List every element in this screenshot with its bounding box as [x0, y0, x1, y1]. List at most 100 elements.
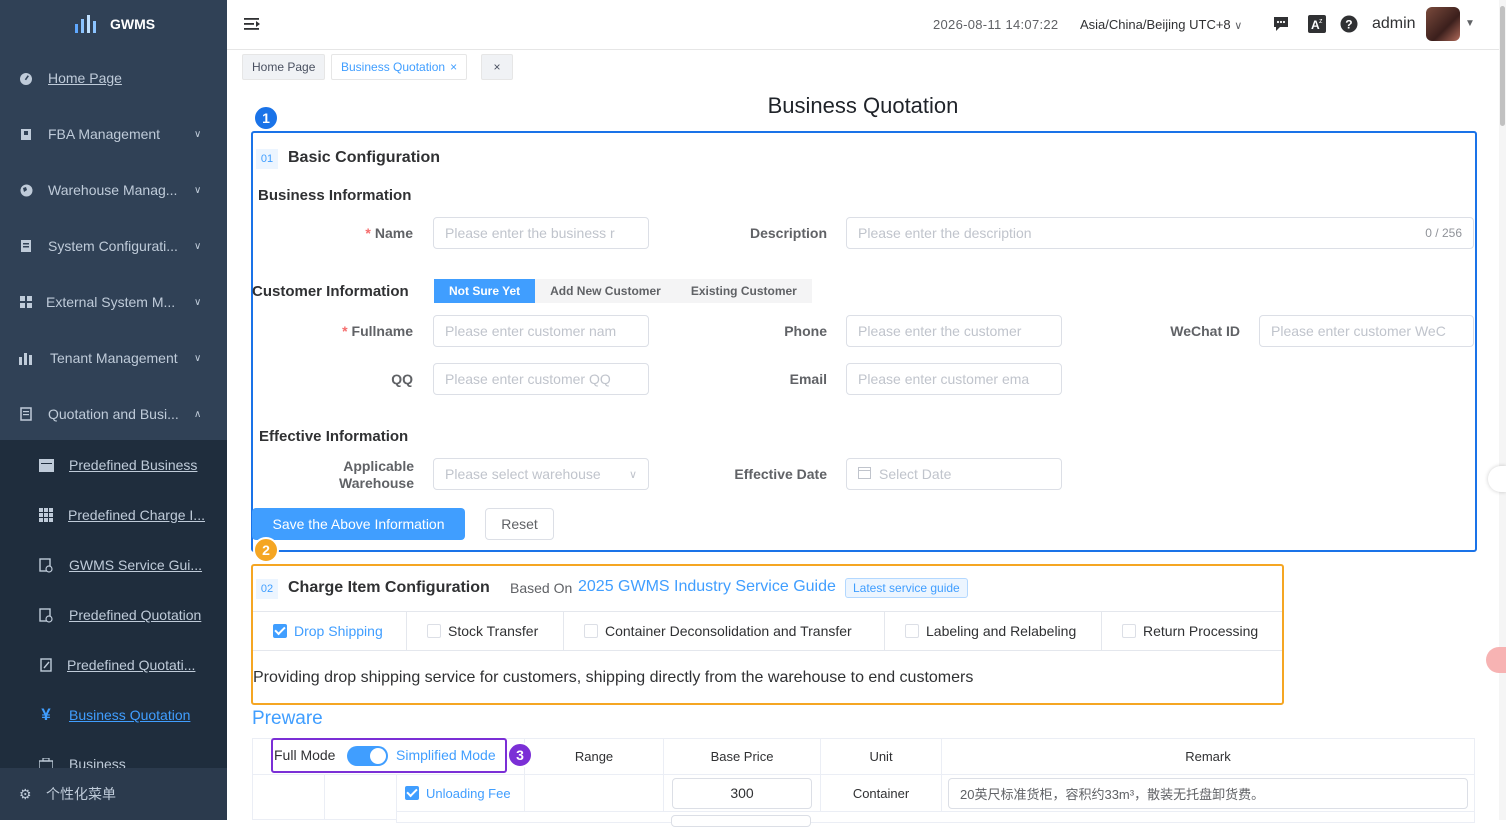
- phone-input[interactable]: Please enter the customer: [846, 315, 1062, 347]
- warehouse-label-line-1: Applicable: [343, 458, 414, 474]
- base-price-input[interactable]: 300: [672, 777, 812, 809]
- qq-input[interactable]: Please enter customer QQ: [433, 363, 649, 395]
- sidebar-subitem-predefined-quotation[interactable]: Predefined Quotation: [0, 590, 227, 640]
- tab-container-deconsolidation[interactable]: Container Deconsolidation and Transfer: [564, 612, 885, 650]
- sidebar-item-tenant[interactable]: Tenant Management ∨: [0, 330, 227, 386]
- sidebar: GWMS Home Page FBA Management ∨ Warehous…: [0, 0, 227, 820]
- simplified-mode-label[interactable]: Simplified Mode: [396, 747, 496, 763]
- column-header-range: Range: [524, 738, 664, 775]
- sidebar-subitem-business[interactable]: Business: [0, 740, 227, 770]
- unloading-fee-checkbox[interactable]: [405, 786, 419, 800]
- svg-text:z: z: [1319, 18, 1323, 25]
- page-scrollbar[interactable]: [1499, 0, 1506, 820]
- mode-toggle-switch[interactable]: [347, 746, 388, 766]
- tab-drop-shipping[interactable]: Drop Shipping: [253, 612, 407, 650]
- caret-down-icon[interactable]: ▼: [1465, 18, 1475, 29]
- checkbox[interactable]: [427, 624, 441, 638]
- avatar[interactable]: [1426, 7, 1460, 41]
- personalized-menu[interactable]: ⚙ 个性化菜单: [0, 768, 227, 820]
- calendar-icon: [858, 466, 871, 482]
- sidebar-subitem-label: Predefined Quotati...: [67, 657, 196, 673]
- tag-label: Home Page: [252, 60, 316, 74]
- phone-label: Phone: [784, 323, 827, 339]
- box-icon: [19, 127, 33, 141]
- table-row-label-cell: Unloading Fee: [396, 774, 525, 812]
- floating-assistant-button[interactable]: [1488, 466, 1506, 492]
- remark-value: 20英尺标准货柜，容积约33m³，散装无托盘卸货费。: [960, 786, 1265, 802]
- close-icon[interactable]: ×: [450, 60, 457, 74]
- tab-label: Drop Shipping: [294, 623, 383, 639]
- radio-existing-customer[interactable]: Existing Customer: [676, 279, 812, 303]
- email-label: Email: [789, 371, 827, 387]
- sidebar-subitem-business-quotation[interactable]: ¥ Business Quotation: [0, 690, 227, 740]
- tag-business-quotation[interactable]: Business Quotation ×: [331, 54, 468, 80]
- character-counter: 0 / 256: [1425, 226, 1462, 240]
- fullname-input[interactable]: Please enter customer nam: [433, 315, 649, 347]
- checkbox[interactable]: [905, 624, 919, 638]
- effective-date-picker[interactable]: Select Date: [846, 458, 1062, 490]
- wechat-input[interactable]: Please enter customer WeC: [1259, 315, 1474, 347]
- timezone-select[interactable]: Asia/China/Beijing UTC+8 ∨: [1080, 17, 1242, 32]
- service-guide-link[interactable]: 2025 GWMS Industry Service Guide: [578, 578, 836, 596]
- latest-guide-tag: Latest service guide: [845, 578, 968, 598]
- sidebar-item-home[interactable]: Home Page: [0, 50, 227, 106]
- charge-description: Providing drop shipping service for cust…: [253, 669, 974, 686]
- close-all-tags-button[interactable]: ×: [481, 54, 513, 80]
- description-input[interactable]: Please enter the description 0 / 256: [846, 217, 1474, 249]
- logo-text: GWMS: [110, 16, 156, 32]
- sidebar-item-label: System Configurati...: [48, 238, 178, 254]
- radio-add-new-customer[interactable]: Add New Customer: [535, 279, 676, 303]
- timezone-label: Asia/China/Beijing UTC+8: [1080, 17, 1231, 32]
- unloading-fee-label: Unloading Fee: [426, 785, 511, 801]
- email-input[interactable]: Please enter customer ema: [846, 363, 1062, 395]
- phone-placeholder: Please enter the customer: [858, 323, 1022, 339]
- message-icon[interactable]: [1272, 15, 1290, 33]
- tab-labeling[interactable]: Labeling and Relabeling: [885, 612, 1102, 650]
- sidebar-item-system[interactable]: System Configurati... ∨: [0, 218, 227, 274]
- logo-icon: [75, 15, 96, 33]
- checkbox[interactable]: [584, 624, 598, 638]
- app-logo[interactable]: GWMS: [74, 14, 155, 34]
- callout-badge-1: 1: [253, 105, 279, 131]
- sidebar-subitem-predefined-business[interactable]: Predefined Business: [0, 440, 227, 490]
- chevron-down-icon: ∨: [628, 468, 637, 481]
- sidebar-item-label: Home Page: [48, 70, 122, 86]
- sidebar-item-quotation[interactable]: Quotation and Busi... ∧: [0, 386, 227, 442]
- username[interactable]: admin: [1372, 15, 1416, 33]
- sidebar-subitem-label: Predefined Business: [69, 457, 198, 473]
- sidebar-item-external[interactable]: External System M... ∨: [0, 274, 227, 330]
- sidebar-subitem-predefined-quotation-2[interactable]: Predefined Quotati...: [0, 640, 227, 690]
- save-information-button[interactable]: Save the Above Information: [252, 508, 465, 540]
- name-input[interactable]: Please enter the business r: [433, 217, 649, 249]
- gear-icon: ⚙: [19, 785, 32, 802]
- sidebar-subitem-predefined-charge[interactable]: Predefined Charge I...: [0, 490, 227, 540]
- radio-not-sure-yet[interactable]: Not Sure Yet: [434, 279, 536, 303]
- reset-button[interactable]: Reset: [485, 508, 554, 540]
- sidebar-subitem-service-guide[interactable]: GWMS Service Gui...: [0, 540, 227, 590]
- translate-icon[interactable]: Az: [1308, 15, 1326, 33]
- next-row-price-input[interactable]: [671, 815, 811, 827]
- sidebar-subitem-label: GWMS Service Gui...: [69, 557, 203, 573]
- sidebar-item-warehouse[interactable]: Warehouse Manag... ∨: [0, 162, 227, 218]
- scrollbar-thumb[interactable]: [1500, 6, 1505, 126]
- floating-feedback-button[interactable]: [1486, 647, 1506, 673]
- wechat-placeholder: Please enter customer WeC: [1271, 323, 1446, 339]
- tab-label: Container Deconsolidation and Transfer: [605, 623, 852, 639]
- help-icon[interactable]: ?: [1340, 15, 1358, 33]
- sidebar-item-fba[interactable]: FBA Management ∨: [0, 106, 227, 162]
- remark-input[interactable]: 20英尺标准货柜，容积约33m³，散装无托盘卸货费。: [948, 777, 1468, 809]
- checkbox-checked[interactable]: [273, 624, 287, 638]
- section-title: Basic Configuration: [288, 149, 441, 166]
- section-number: 02: [256, 579, 278, 599]
- calendar-icon: [38, 457, 54, 473]
- current-datetime: 2026-08-11 14:07:22: [933, 17, 1059, 32]
- tab-stock-transfer[interactable]: Stock Transfer: [407, 612, 564, 650]
- full-mode-label[interactable]: Full Mode: [274, 747, 335, 763]
- hamburger-icon[interactable]: [244, 17, 261, 36]
- sidebar-subitem-label: Predefined Quotation: [69, 607, 202, 623]
- tab-return-processing[interactable]: Return Processing: [1102, 612, 1282, 650]
- warehouse-select[interactable]: Please select warehouse ∨: [433, 458, 649, 490]
- checkbox[interactable]: [1122, 624, 1136, 638]
- sidebar-subitem-label: Predefined Charge I...: [68, 507, 205, 523]
- tag-home[interactable]: Home Page: [242, 54, 326, 80]
